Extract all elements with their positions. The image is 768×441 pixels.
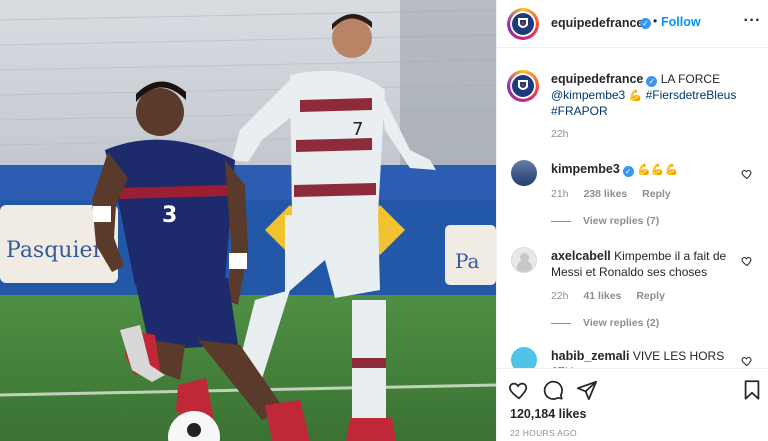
follow-button[interactable]: Follow bbox=[661, 15, 701, 29]
view-replies-label: View replies (7) bbox=[583, 215, 660, 227]
flexed-biceps-emoji: 💪 bbox=[628, 89, 643, 102]
separator-dot: • bbox=[653, 14, 658, 28]
caption-avatar[interactable] bbox=[507, 70, 539, 102]
reply-button[interactable]: Reply bbox=[642, 188, 671, 200]
verified-badge-icon: ✓ bbox=[646, 76, 658, 87]
profile-avatar[interactable] bbox=[507, 8, 539, 40]
comment-likes[interactable]: 41 likes bbox=[583, 290, 621, 302]
caption-time: 22h bbox=[551, 128, 569, 140]
flexed-biceps-emoji: 💪💪💪 bbox=[637, 164, 679, 176]
comment-username[interactable]: axelcabell bbox=[551, 249, 611, 263]
comment-likes[interactable]: 238 likes bbox=[583, 188, 627, 200]
replies-divider bbox=[551, 322, 571, 324]
portugal-shirt-number: 7 bbox=[352, 119, 363, 140]
comment-username[interactable]: kimpembe3 bbox=[551, 162, 620, 176]
post-actions-bar: 120,184 likes 22 HOURS AGO bbox=[497, 368, 768, 441]
comment-text: kimpembe3 ✓ 💪💪💪 bbox=[551, 162, 741, 179]
caption-text: equipedefrance ✓ LA FORCE @kimpembe3 💪 #F… bbox=[551, 72, 751, 120]
billboard-left-text: Pasquier bbox=[6, 238, 104, 263]
likes-count[interactable]: 120,184 likes bbox=[510, 407, 586, 421]
verified-badge-icon: ✓ bbox=[640, 18, 651, 29]
commenter-avatar[interactable] bbox=[511, 247, 537, 273]
view-replies-button[interactable]: View replies (2) bbox=[551, 317, 659, 329]
comment-heart-icon[interactable] bbox=[741, 255, 753, 267]
comment-time: 21h bbox=[551, 188, 569, 200]
header-username[interactable]: equipedefrance bbox=[551, 16, 643, 30]
comment-text: axelcabell Kimpembe il a fait de Messi e… bbox=[551, 249, 741, 280]
post-timestamp: 22 HOURS AGO bbox=[510, 428, 577, 438]
fff-crest-icon bbox=[512, 75, 534, 97]
heart-icon[interactable] bbox=[508, 379, 530, 401]
reply-button[interactable]: Reply bbox=[636, 290, 665, 302]
commenter-avatar[interactable] bbox=[511, 160, 537, 186]
view-replies-button[interactable]: View replies (7) bbox=[551, 215, 659, 227]
comment-meta: 21h 238 likes Reply bbox=[551, 188, 683, 200]
billboard-right-text: Pa bbox=[455, 249, 480, 273]
comment-meta: 22h 41 likes Reply bbox=[551, 290, 677, 302]
comment-heart-icon[interactable] bbox=[741, 355, 753, 367]
bookmark-icon[interactable] bbox=[741, 379, 763, 401]
more-options-icon[interactable]: ··· bbox=[744, 12, 761, 30]
post-sidebar: equipedefrance ✓ • Follow ··· equipedefr… bbox=[496, 0, 768, 441]
comment-time: 22h bbox=[551, 290, 569, 302]
caption-body: LA FORCE bbox=[660, 72, 721, 86]
caption-hashtag[interactable]: #FRAPOR bbox=[551, 104, 608, 118]
caption-mention[interactable]: @kimpembe3 bbox=[551, 88, 625, 102]
caption-hashtag[interactable]: #FiersdetreBleus bbox=[646, 88, 737, 102]
comment-username[interactable]: habib_zemali bbox=[551, 349, 630, 363]
france-shirt-number: 3 bbox=[162, 203, 177, 228]
post-photo[interactable]: Pasquier Pa 7 3 bbox=[0, 0, 496, 441]
comment-heart-icon[interactable] bbox=[741, 168, 753, 180]
verified-badge-icon: ✓ bbox=[622, 166, 634, 177]
post-header: equipedefrance ✓ • Follow ··· bbox=[497, 0, 768, 48]
paper-plane-icon[interactable] bbox=[576, 379, 598, 401]
fff-crest-icon bbox=[512, 13, 534, 35]
football-match-image: Pasquier Pa 7 3 bbox=[0, 0, 496, 441]
replies-divider bbox=[551, 220, 571, 222]
comment-bubble-icon[interactable] bbox=[542, 379, 564, 401]
caption-username[interactable]: equipedefrance bbox=[551, 72, 643, 86]
view-replies-label: View replies (2) bbox=[583, 317, 660, 329]
